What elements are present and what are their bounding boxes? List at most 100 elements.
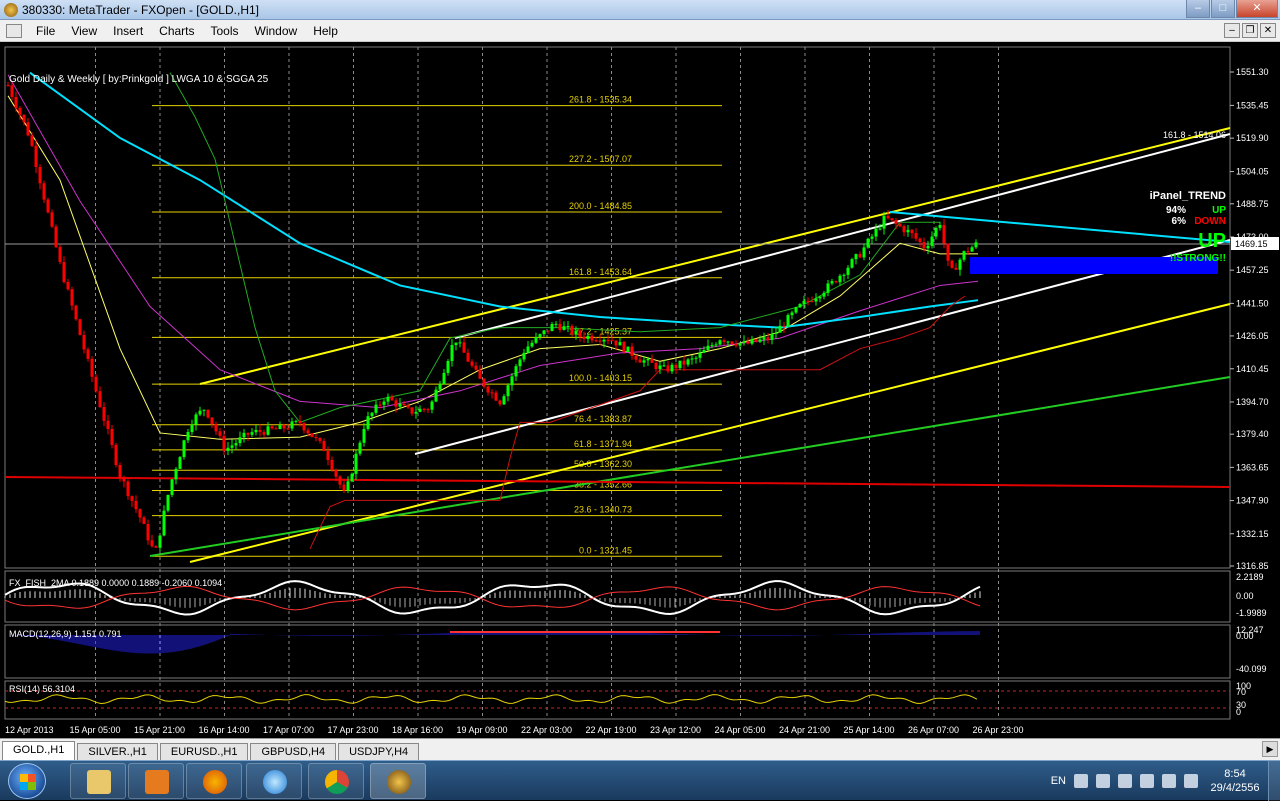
bull-candle (190, 424, 194, 433)
media-player-icon (145, 770, 169, 794)
start-button[interactable] (8, 763, 46, 799)
bull-candle (706, 345, 710, 351)
bull-candle (234, 443, 238, 446)
window-controls: – □ ✕ (1185, 0, 1278, 18)
taskbar-chrome[interactable] (308, 763, 364, 799)
maximize-button[interactable]: □ (1211, 0, 1235, 18)
time-tick-label: 17 Apr 23:00 (328, 725, 379, 735)
show-desktop-button[interactable] (1268, 761, 1280, 801)
help-icon[interactable] (1074, 774, 1088, 788)
bull-candle (414, 411, 418, 414)
bear-candle (674, 364, 678, 368)
bear-candle (138, 509, 142, 518)
bull-candle (710, 345, 714, 347)
menu-window[interactable]: Window (247, 24, 306, 38)
bear-candle (302, 423, 306, 431)
bull-candle (238, 437, 242, 444)
tab-usdjpy-h4[interactable]: USDJPY,H4 (338, 743, 420, 760)
menu-help[interactable]: Help (305, 24, 346, 38)
bear-candle (318, 437, 322, 441)
bear-candle (14, 97, 18, 108)
fib-level-label: 23.6 - 1340.73 (574, 505, 632, 515)
bull-candle (382, 401, 386, 405)
bull-candle (518, 359, 522, 367)
bull-candle (194, 414, 198, 425)
bull-candle (202, 409, 206, 411)
taskbar-firefox[interactable] (186, 763, 242, 799)
tabs-scroll-right-icon[interactable]: ▶ (1262, 741, 1278, 757)
bear-candle (834, 281, 838, 283)
metatrader-icon (387, 770, 411, 794)
bear-candle (62, 262, 66, 282)
taskbar-media-player[interactable] (128, 763, 184, 799)
menu-file[interactable]: File (28, 24, 63, 38)
bull-candle (862, 247, 866, 258)
bear-candle (886, 215, 890, 219)
bear-candle (810, 301, 814, 303)
menu-tools[interactable]: Tools (203, 24, 247, 38)
bull-candle (434, 389, 438, 402)
taskbar-metatrader[interactable] (370, 763, 426, 799)
bull-candle (818, 296, 822, 299)
flag-icon[interactable] (1118, 774, 1132, 788)
price-tick-label: 1347.90 (1236, 496, 1269, 506)
tab-gold-h1[interactable]: GOLD.,H1 (2, 741, 76, 760)
bear-candle (606, 339, 610, 341)
bull-candle (826, 283, 830, 293)
bear-candle (30, 135, 34, 146)
bear-candle (214, 424, 218, 432)
close-button[interactable]: ✕ (1236, 0, 1278, 18)
network-icon[interactable] (1140, 774, 1154, 788)
bear-candle (94, 376, 98, 392)
taskbar-clock[interactable]: 8:54 29/4/2556 (1206, 767, 1264, 795)
power-icon[interactable] (1162, 774, 1176, 788)
ipanel-up-pct: 94% (1166, 205, 1186, 216)
bear-candle (494, 392, 498, 401)
bear-candle (578, 330, 582, 337)
bear-candle (130, 496, 134, 501)
document-icon[interactable] (6, 23, 22, 38)
bull-candle (750, 339, 754, 344)
minimize-button[interactable]: – (1186, 0, 1210, 18)
tray-app-icon[interactable] (1096, 774, 1110, 788)
bull-candle (226, 447, 230, 451)
ipanel-title: iPanel_TREND (1150, 190, 1226, 202)
price-chart[interactable]: 261.8 - 1535.34 227.2 - 1507.07 200.0 - 14… (0, 42, 1280, 738)
tab-silver-h1[interactable]: SILVER.,H1 (77, 743, 158, 760)
bear-candle (910, 229, 914, 234)
menu-view[interactable]: View (63, 24, 105, 38)
bear-candle (634, 355, 638, 360)
time-tick-label: 15 Apr 05:00 (70, 725, 121, 735)
mdi-controls: – ❐ ✕ (1222, 23, 1276, 38)
tab-gbpusd-h4[interactable]: GBPUSD,H4 (250, 743, 337, 760)
bear-candle (402, 403, 406, 406)
time-tick-label: 22 Apr 19:00 (586, 725, 637, 735)
bear-candle (326, 451, 330, 460)
bull-candle (418, 408, 422, 412)
mdi-restore-button[interactable]: ❐ (1242, 23, 1258, 38)
tab-eurusd-h1[interactable]: EURUSD.,H1 (159, 743, 249, 760)
bull-candle (698, 352, 702, 358)
menu-insert[interactable]: Insert (105, 24, 151, 38)
language-indicator[interactable]: EN (1051, 775, 1066, 787)
bear-candle (630, 346, 634, 356)
chrome-icon (325, 770, 349, 794)
ipanel-strong-label: !!STRONG!! (1170, 253, 1226, 264)
menu-charts[interactable]: Charts (151, 24, 202, 38)
taskbar-internet-explorer[interactable] (246, 763, 302, 799)
bull-candle (514, 366, 518, 377)
mdi-close-button[interactable]: ✕ (1260, 23, 1276, 38)
bear-candle (898, 223, 902, 227)
bear-candle (90, 358, 94, 377)
bull-candle (842, 274, 846, 276)
bull-candle (770, 333, 774, 340)
mdi-minimize-button[interactable]: – (1224, 23, 1240, 38)
bull-candle (278, 424, 282, 430)
bull-candle (958, 259, 962, 270)
volume-muted-icon[interactable] (1184, 774, 1198, 788)
bull-candle (658, 365, 662, 370)
taskbar-explorer[interactable] (70, 763, 126, 799)
price-tick-label: 1519.90 (1236, 133, 1269, 143)
ipanel-down-label: DOWN (1194, 216, 1226, 227)
bear-candle (134, 500, 138, 510)
